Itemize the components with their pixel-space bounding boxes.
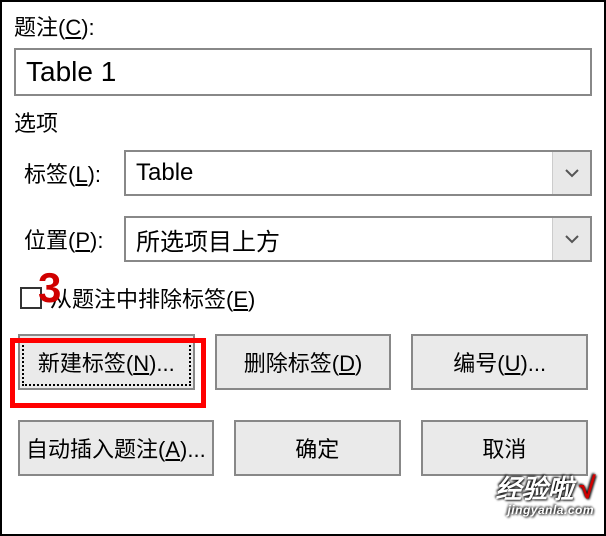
numbering-button[interactable]: 编号(U)... [411, 334, 588, 390]
watermark: 经验啦√ jingyanla.com [496, 474, 594, 516]
exclude-label-text: 从题注中排除标签(E) [50, 282, 255, 314]
label-combobox[interactable]: Table [124, 150, 592, 196]
ok-button[interactable]: 确定 [234, 420, 401, 476]
position-combobox[interactable]: 所选项目上方 [124, 216, 592, 262]
label-combobox-value: Table [126, 152, 552, 194]
chevron-down-icon[interactable] [552, 218, 590, 260]
auto-caption-button[interactable]: 自动插入题注(A)... [18, 420, 214, 476]
new-label-button[interactable]: 新建标签(N)... [18, 334, 195, 390]
position-combobox-value: 所选项目上方 [126, 218, 552, 260]
caption-label: 题注(C): [14, 10, 592, 42]
check-icon: √ [578, 472, 594, 505]
caption-input[interactable] [14, 48, 592, 96]
cancel-button[interactable]: 取消 [421, 420, 588, 476]
position-field-label: 位置(P): [24, 223, 124, 255]
delete-label-button[interactable]: 删除标签(D) [215, 334, 392, 390]
step-marker: 3 [38, 264, 61, 312]
options-title: 选项 [14, 106, 592, 138]
label-field-label: 标签(L): [24, 157, 124, 189]
chevron-down-icon[interactable] [552, 152, 590, 194]
